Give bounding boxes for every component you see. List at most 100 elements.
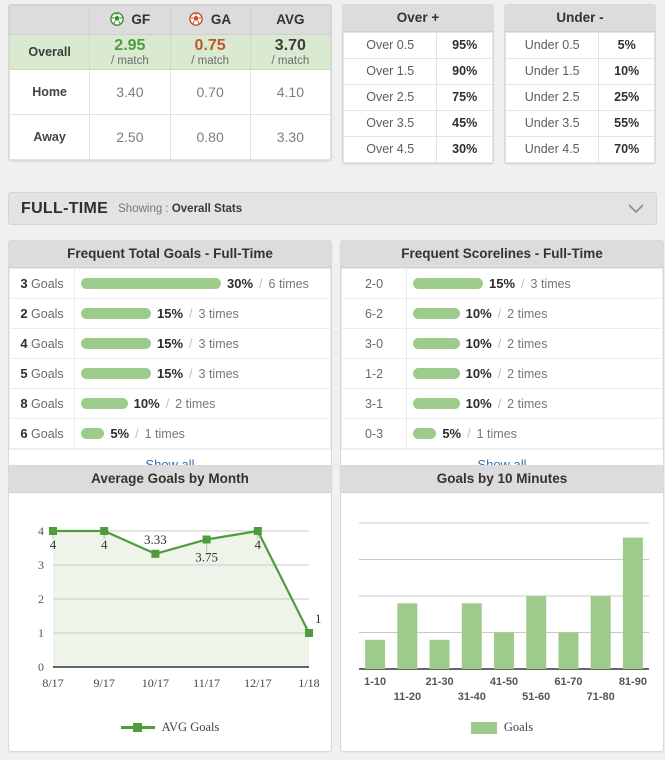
goals-by-10-minutes-chart: Goals by 10 Minutes 1-10 11-20 21-30 31-40 4… bbox=[340, 465, 664, 752]
overall-avg-value: 3.70 bbox=[274, 37, 306, 55]
overall-ga-sub: / match bbox=[191, 54, 229, 67]
progress-bar bbox=[81, 308, 151, 319]
scoreline-pct-2: 10% bbox=[465, 336, 492, 351]
progress-bar bbox=[413, 398, 460, 409]
under-label-3: Under 3.5 bbox=[505, 110, 600, 137]
goals-table-header-gf-label: GF bbox=[131, 12, 151, 27]
bar-6 bbox=[558, 632, 579, 669]
bar-2 bbox=[429, 639, 450, 669]
table-row: 2-0 15% / 3 times bbox=[341, 268, 663, 299]
scoreline-times-2: 2 times bbox=[507, 336, 548, 351]
bar-5 bbox=[526, 596, 547, 669]
total-goals-key-2: 4 Goals bbox=[9, 328, 75, 359]
line-chart-xtick-4: 12/17 bbox=[244, 676, 271, 690]
goals-table-corner bbox=[9, 5, 91, 35]
line-chart-point-label-0: 4 bbox=[50, 537, 57, 552]
over-pct-2: 75% bbox=[436, 84, 493, 111]
scoreline-key-4: 3-1 bbox=[341, 388, 407, 419]
total-goals-pct-3: 15% bbox=[157, 366, 184, 381]
scoreline-pct-1: 10% bbox=[465, 306, 492, 321]
table-row: Overall 2.95 / match 0.75 / match 3.70 /… bbox=[9, 34, 331, 70]
scoreline-pct-5: 5% bbox=[442, 426, 462, 441]
scoreline-pct-3: 10% bbox=[465, 366, 492, 381]
separator: / bbox=[189, 306, 193, 321]
bar-chart-xtick-7: 71-80 bbox=[587, 691, 615, 703]
bar-7 bbox=[590, 596, 611, 669]
total-goals-pct-2: 15% bbox=[157, 336, 184, 351]
line-chart-xtick-1: 9/17 bbox=[94, 676, 115, 690]
total-goals-bar-cell-2: 15% / 3 times bbox=[74, 328, 331, 359]
total-goals-times-3: 3 times bbox=[198, 366, 239, 381]
table-row: 3 Goals 30% / 6 times bbox=[9, 268, 331, 299]
total-goals-times-2: 3 times bbox=[198, 336, 239, 351]
total-goals-pct-0: 30% bbox=[227, 276, 254, 291]
over-pct-3: 45% bbox=[436, 110, 493, 137]
row-label-overall: Overall bbox=[9, 34, 91, 70]
under-label-1: Under 1.5 bbox=[505, 58, 600, 85]
bar-chart-xtick-5: 51-60 bbox=[522, 691, 550, 703]
scoreline-key-5: 0-3 bbox=[341, 418, 407, 449]
scoreline-bar-cell-5: 5% / 1 times bbox=[406, 418, 663, 449]
separator: / bbox=[497, 366, 502, 381]
scoreline-times-1: 2 times bbox=[507, 306, 548, 321]
goals-by-10-minutes-title: Goals by 10 Minutes bbox=[341, 466, 663, 493]
row-label-home: Home bbox=[9, 69, 91, 115]
scoreline-times-4: 2 times bbox=[507, 396, 548, 411]
goals-table-header-ga-label: GA bbox=[210, 12, 232, 27]
over-label-1: Over 1.5 bbox=[343, 58, 438, 85]
legend-box-marker-icon bbox=[470, 721, 497, 734]
chevron-down-icon[interactable] bbox=[628, 203, 644, 214]
line-chart-point-label-5: 1 bbox=[315, 611, 322, 626]
full-time-title: FULL-TIME bbox=[21, 199, 109, 217]
separator: / bbox=[521, 276, 525, 291]
progress-bar bbox=[413, 368, 460, 379]
line-chart-point-label-2: 3.33 bbox=[144, 532, 167, 547]
separator: / bbox=[259, 276, 263, 291]
overall-gf-cell: 2.95 / match bbox=[89, 34, 171, 70]
total-goals-pct-4: 10% bbox=[133, 396, 160, 411]
under-pct-0: 5% bbox=[598, 32, 655, 59]
over-label-2: Over 2.5 bbox=[343, 84, 438, 111]
progress-bar bbox=[81, 428, 105, 439]
table-row: Home 3.40 0.70 4.10 bbox=[9, 69, 331, 115]
overall-gf-sub: / match bbox=[111, 54, 149, 67]
full-time-section-bar[interactable]: FULL-TIME Showing : Overall Stats bbox=[8, 192, 657, 225]
goals-summary-table: GF GA AVG Overall 2.95 / match 0.75 / ma… bbox=[8, 4, 332, 161]
frequent-scorelines-title: Frequent Scorelines - Full-Time bbox=[341, 241, 663, 268]
scoreline-key-0: 2-0 bbox=[341, 268, 407, 299]
table-row: Under 2.5 25% bbox=[505, 84, 655, 111]
table-row: Away 2.50 0.80 3.30 bbox=[9, 114, 331, 160]
bar-chart-xtick-6: 61-70 bbox=[554, 676, 582, 688]
home-ga-value: 0.70 bbox=[169, 69, 251, 115]
goals-table-header-avg: AVG bbox=[249, 5, 331, 35]
line-chart-ytick-2: 2 bbox=[38, 592, 44, 606]
scoreline-bar-cell-4: 10% / 2 times bbox=[406, 388, 663, 419]
over-pct-4: 30% bbox=[436, 136, 493, 163]
average-goals-by-month-title: Average Goals by Month bbox=[9, 466, 331, 493]
total-goals-key-4: 8 Goals bbox=[9, 388, 75, 419]
legend-label-goals: Goals bbox=[503, 720, 534, 734]
table-row: 6 Goals 5% / 1 times bbox=[9, 418, 331, 449]
bar-3 bbox=[461, 603, 482, 669]
showing-value: Overall Stats bbox=[171, 202, 243, 215]
scoreline-key-3: 1-2 bbox=[341, 358, 407, 389]
total-goals-bar-cell-4: 10% / 2 times bbox=[74, 388, 331, 419]
total-goals-times-0: 6 times bbox=[268, 276, 309, 291]
total-goals-times-5: 1 times bbox=[144, 426, 185, 441]
table-row: Over 1.5 90% bbox=[343, 58, 493, 85]
line-chart-legend: AVG Goals bbox=[9, 720, 331, 735]
progress-bar bbox=[81, 398, 128, 409]
goals-table-header-row: GF GA AVG bbox=[9, 5, 331, 35]
line-chart-point-label-3: 3.75 bbox=[195, 550, 218, 565]
home-gf-value: 3.40 bbox=[89, 69, 171, 115]
separator: / bbox=[189, 366, 193, 381]
average-goals-by-month-chart: Average Goals by Month 0 1 2 3 4 4 4 3.33 3.75 4 1… bbox=[8, 465, 332, 752]
total-goals-bar-cell-5: 5% / 1 times bbox=[74, 418, 331, 449]
total-goals-times-1: 3 times bbox=[198, 306, 239, 321]
goals-table-header-ga: GA bbox=[169, 5, 251, 35]
line-chart-xtick-3: 11/17 bbox=[193, 676, 220, 690]
home-avg-value: 4.10 bbox=[249, 69, 331, 115]
table-row: 2 Goals 15% / 3 times bbox=[9, 298, 331, 329]
legend-label-avg-goals: AVG Goals bbox=[161, 720, 220, 734]
separator: / bbox=[165, 396, 170, 411]
